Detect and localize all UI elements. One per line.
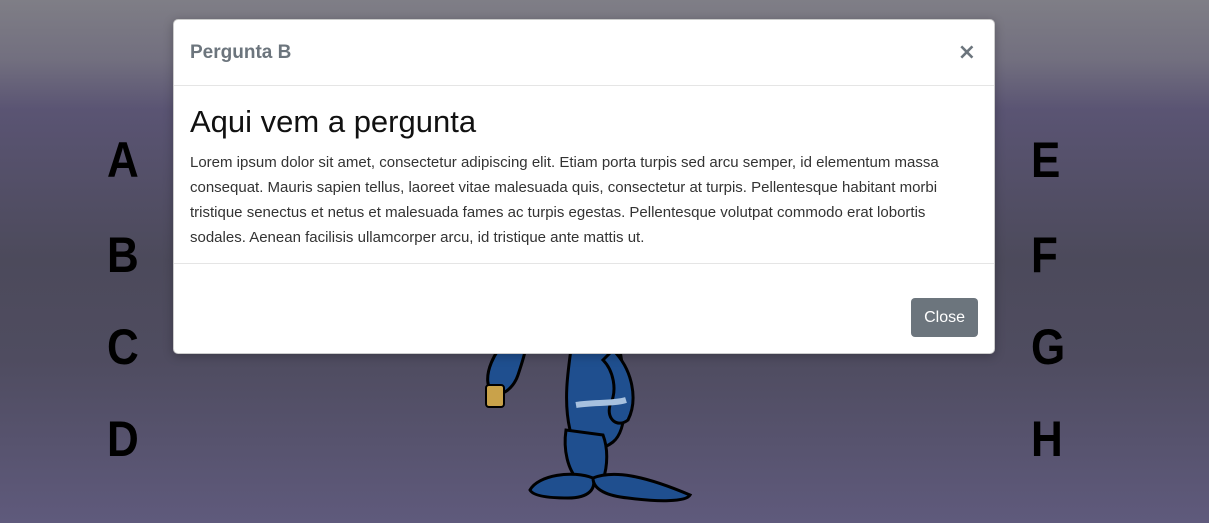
modal-header: Pergunta B × [174, 20, 994, 86]
question-modal: Pergunta B × Aqui vem a pergunta Lorem i… [173, 19, 995, 354]
modal-footer: Close [911, 298, 978, 337]
modal-body: Aqui vem a pergunta Lorem ipsum dolor si… [174, 86, 994, 264]
modal-title: Pergunta B [190, 41, 292, 63]
question-text: Lorem ipsum dolor sit amet, consectetur … [190, 154, 939, 246]
close-button[interactable]: Close [911, 298, 978, 337]
close-icon[interactable]: × [958, 41, 978, 64]
question-heading: Aqui vem a pergunta [190, 104, 477, 139]
